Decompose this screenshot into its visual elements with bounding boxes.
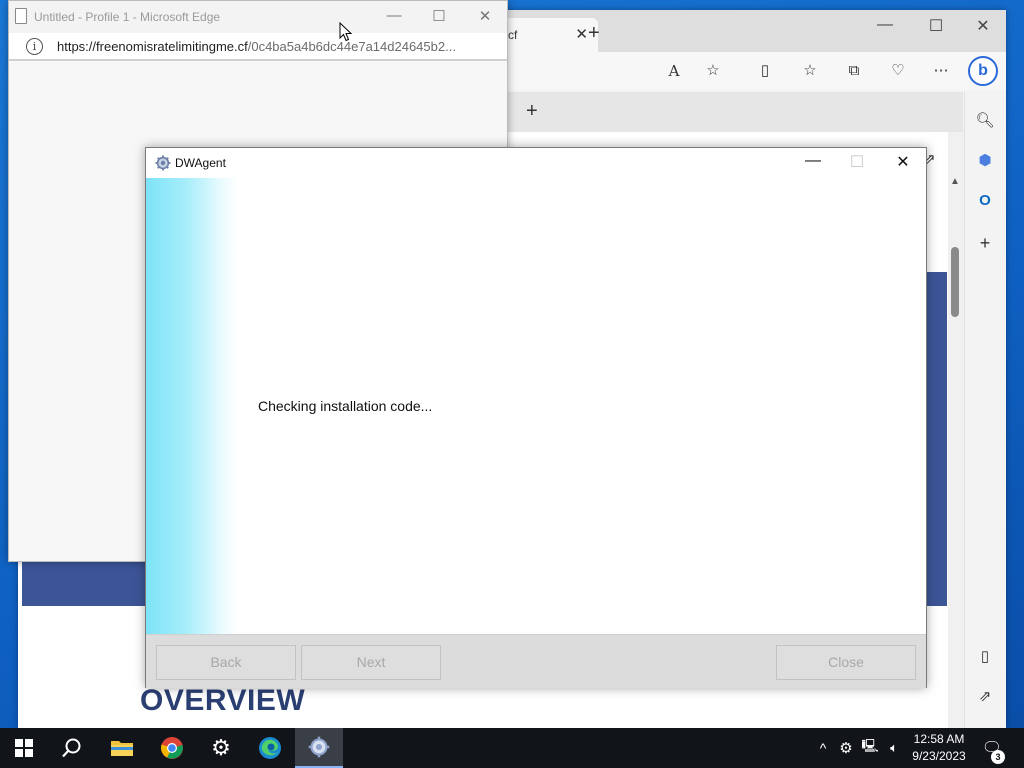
installation-status-text: Checking installation code... <box>258 398 433 414</box>
windows-logo-icon <box>15 739 33 757</box>
read-aloud-icon[interactable]: A <box>663 60 685 82</box>
popup-address-bar[interactable]: i https://freenomisratelimitingme.cf/0c4… <box>9 33 507 61</box>
browser-essentials-icon[interactable]: ♡ <box>887 60 909 82</box>
favorites-icon[interactable]: ☆ <box>799 60 821 82</box>
close-button[interactable]: ✕ <box>968 16 998 36</box>
dwagent-footer: Back Next Close <box>146 634 926 688</box>
notification-count-badge: 3 <box>991 750 1005 764</box>
dwagent-dialog: DWAgent — ☐ ✕ Checking installation code… <box>145 147 927 688</box>
inner-add-tab-button[interactable]: + <box>526 100 538 123</box>
popup-minimize-button[interactable]: — <box>379 7 409 24</box>
taskbar: ⚙ ^ ⚙ 🖳︎ 🔈︎ 12:58 AM 9/23/2023 🗨︎ 3 <box>0 728 1024 768</box>
next-button[interactable]: Next <box>301 645 441 680</box>
popup-maximize-button[interactable]: ☐ <box>424 7 454 25</box>
taskbar-search-button[interactable] <box>48 728 96 768</box>
clock-date: 9/23/2023 <box>912 749 966 763</box>
search-icon <box>62 738 81 758</box>
file-explorer-button[interactable] <box>98 728 146 768</box>
back-button[interactable]: Back <box>156 645 296 680</box>
new-tab-button[interactable]: + <box>588 22 600 45</box>
popup-titlebar[interactable]: Untitled - Profile 1 - Microsoft Edge — … <box>9 1 507 33</box>
popup-url: https://freenomisratelimitingme.cf/0c4ba… <box>57 39 456 54</box>
collections-icon[interactable]: ⧉ <box>843 60 865 82</box>
clock-time: 12:58 AM <box>913 732 965 746</box>
dwagent-taskbar-icon <box>308 736 330 758</box>
dwagent-titlebar[interactable]: DWAgent — ☐ ✕ <box>146 148 926 178</box>
dwagent-side-banner <box>146 178 238 634</box>
sidebar-add-icon[interactable]: + <box>974 232 996 254</box>
chrome-icon <box>161 737 183 759</box>
sidebar-hide-icon[interactable]: ▯ <box>974 646 996 668</box>
scroll-up-arrow-icon[interactable]: ▲ <box>950 176 960 187</box>
mouse-cursor-icon <box>339 22 353 42</box>
show-hidden-icons-button[interactable]: ^ <box>814 728 832 768</box>
url-domain: https://freenomisratelimitingme.cf <box>57 39 248 54</box>
page-inner-tabbar: + <box>508 92 963 132</box>
settings-button[interactable]: ⚙ <box>197 728 245 768</box>
popup-title: Untitled - Profile 1 - Microsoft Edge <box>34 10 221 24</box>
sidebar-outlook-icon[interactable]: O <box>974 190 996 212</box>
dwagent-minimize-button[interactable]: — <box>797 152 829 170</box>
bing-copilot-icon[interactable]: b <box>968 56 998 86</box>
edge-button[interactable] <box>246 728 294 768</box>
tray-dwagent-icon[interactable]: ⚙ <box>836 728 856 768</box>
dwagent-gear-icon <box>155 155 171 171</box>
minimize-button[interactable]: — <box>870 16 900 34</box>
dwagent-maximize-button: ☐ <box>849 154 865 171</box>
more-menu-icon[interactable]: ⋯ <box>930 60 952 82</box>
tab-close-icon[interactable]: ✕ <box>575 25 588 43</box>
close-dialog-button[interactable]: Close <box>776 645 916 680</box>
sidebar-copilot-icon[interactable]: ⬢ <box>974 150 996 172</box>
sidebar-search-icon[interactable]: 🔍︎ <box>974 110 996 132</box>
split-screen-icon[interactable]: ▯ <box>754 60 776 82</box>
dwagent-title: DWAgent <box>175 156 226 170</box>
maximize-button[interactable]: ☐ <box>921 16 951 36</box>
volume-muted-icon[interactable]: 🔈︎ <box>884 728 904 768</box>
chrome-button[interactable] <box>148 728 196 768</box>
popup-close-button[interactable]: ✕ <box>470 7 500 25</box>
sidebar-external-icon[interactable]: ⇗ <box>974 686 996 708</box>
system-clock[interactable]: 12:58 AM 9/23/2023 <box>905 731 973 765</box>
favorite-star-icon[interactable]: ☆ <box>702 60 724 82</box>
site-info-icon[interactable]: i <box>26 38 43 55</box>
settings-gear-icon: ⚙ <box>211 735 231 760</box>
scrollbar-thumb[interactable] <box>951 247 959 317</box>
dwagent-taskbar-button[interactable] <box>295 728 343 768</box>
start-button[interactable] <box>0 728 48 768</box>
edge-sidebar: 🔍︎ ⬢ O + ▯ ⇗ ⚙ <box>964 92 1006 745</box>
folder-icon <box>111 741 133 756</box>
page-scrollbar[interactable]: ▲ <box>948 132 964 728</box>
overview-heading: OVERVIEW <box>140 684 306 717</box>
edge-icon <box>259 737 281 759</box>
document-icon <box>15 8 27 24</box>
tab-title: cf <box>508 28 518 42</box>
dwagent-close-button[interactable]: ✕ <box>887 152 919 172</box>
network-icon[interactable]: 🖳︎ <box>860 728 880 768</box>
